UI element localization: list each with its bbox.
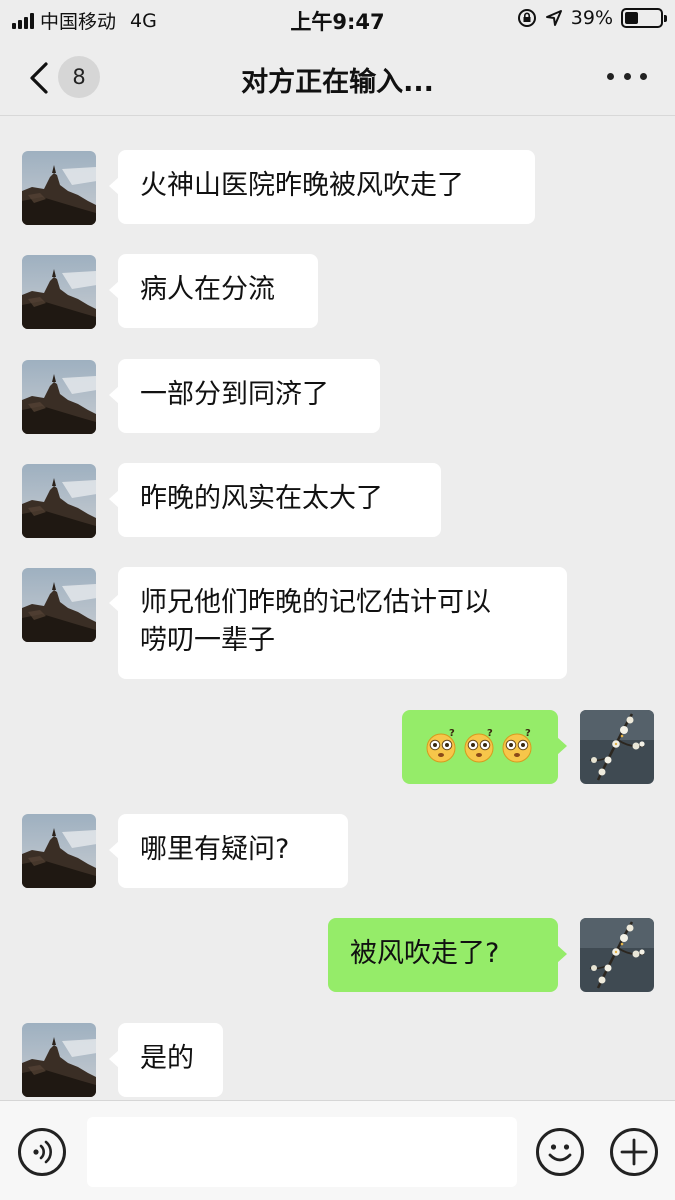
message-bubble[interactable]: 一部分到同济了 xyxy=(109,359,380,433)
more-dots-icon[interactable] xyxy=(607,68,647,84)
confused-face-emoji: ? xyxy=(462,728,496,763)
chevron-left-icon[interactable] xyxy=(26,60,54,96)
message-bubble[interactable]: 是的 xyxy=(109,1023,223,1097)
contact-avatar[interactable] xyxy=(22,360,96,434)
message-text: 昨晚的风实在太大了 xyxy=(140,483,383,514)
message-bubble[interactable]: ??? xyxy=(402,710,567,784)
battery-icon xyxy=(621,8,667,28)
message-bubble[interactable]: 哪里有疑问? xyxy=(109,814,348,888)
message-bubble[interactable]: 昨晚的风实在太大了 xyxy=(109,463,441,537)
confused-face-emoji: ? xyxy=(424,728,458,763)
emoji-row: ??? xyxy=(424,727,536,765)
message-text: 师兄他们昨晚的记忆估计可以 唠叨一辈子 xyxy=(140,587,491,656)
message-text: 火神山医院昨晚被风吹走了 xyxy=(140,170,464,201)
message-input[interactable] xyxy=(87,1117,517,1187)
message-bubble[interactable]: 火神山医院昨晚被风吹走了 xyxy=(109,150,535,224)
battery-percent: 39% xyxy=(570,7,613,29)
message-text: 哪里有疑问? xyxy=(140,834,290,865)
my-avatar[interactable] xyxy=(580,710,654,784)
confused-face-emoji: ? xyxy=(500,728,534,763)
svg-text:?: ? xyxy=(449,729,455,739)
status-bar: 中国移动 4G 上午9:47 39% xyxy=(0,0,675,38)
message-text: 被风吹走了? xyxy=(350,938,500,969)
rotation-lock-icon xyxy=(517,9,536,27)
battery-level xyxy=(625,12,639,24)
chat-message-list[interactable]: 火神山医院昨晚被风吹走了 病人在分流一部分到同济了昨晚的风实在太大了师兄他们昨晚的… xyxy=(0,117,675,1100)
svg-text:?: ? xyxy=(525,729,531,739)
chat-title: 对方正在输入... xyxy=(241,67,434,98)
message-text: 一部分到同济了 xyxy=(140,379,329,410)
message-text: 是的 xyxy=(140,1043,194,1074)
message-bubble[interactable]: 病人在分流 xyxy=(109,254,318,328)
contact-avatar[interactable] xyxy=(22,255,96,329)
my-avatar[interactable] xyxy=(580,918,654,992)
message-bubble[interactable]: 师兄他们昨晚的记忆估计可以 唠叨一辈子 xyxy=(109,567,567,679)
voice-icon[interactable] xyxy=(18,1128,66,1176)
message-text: 病人在分流 xyxy=(140,274,275,305)
svg-text:?: ? xyxy=(487,729,493,739)
smiley-icon[interactable] xyxy=(536,1128,584,1176)
plus-icon[interactable] xyxy=(610,1128,658,1176)
contact-avatar[interactable] xyxy=(22,1023,96,1097)
contact-avatar[interactable] xyxy=(22,814,96,888)
nav-bar: 8 对方正在输入... xyxy=(0,38,675,116)
location-icon xyxy=(545,10,562,26)
input-bar xyxy=(0,1100,675,1200)
contact-avatar[interactable] xyxy=(22,151,96,225)
message-bubble[interactable]: 被风吹走了? xyxy=(328,918,567,992)
contact-avatar[interactable] xyxy=(22,464,96,538)
contact-avatar[interactable] xyxy=(22,568,96,642)
unread-count-badge[interactable]: 8 xyxy=(58,56,100,98)
status-right: 39% xyxy=(517,7,667,29)
